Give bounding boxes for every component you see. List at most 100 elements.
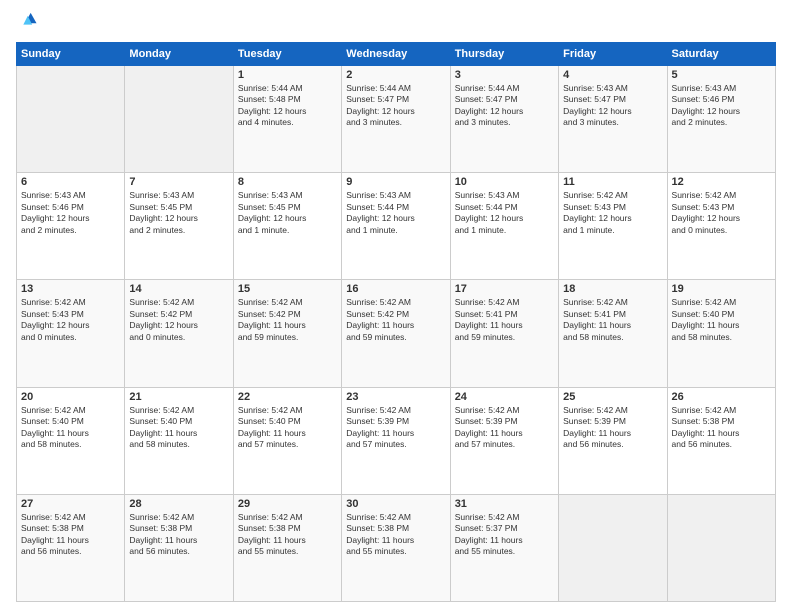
weekday-header-saturday: Saturday [667,43,775,66]
calendar-cell [125,66,233,173]
day-info: Sunrise: 5:42 AM Sunset: 5:37 PM Dayligh… [455,512,554,558]
day-info: Sunrise: 5:42 AM Sunset: 5:40 PM Dayligh… [21,405,120,451]
day-info: Sunrise: 5:42 AM Sunset: 5:38 PM Dayligh… [346,512,445,558]
calendar-week-row: 27Sunrise: 5:42 AM Sunset: 5:38 PM Dayli… [17,494,776,601]
calendar-cell: 31 Sunrise: 5:42 AM Sunset: 5:37 PM Dayli… [450,494,558,601]
day-info: Sunrise: 5:42 AM Sunset: 5:40 PM Dayligh… [672,297,771,343]
page: SundayMondayTuesdayWednesdayThursdayFrid… [0,0,792,612]
day-info: Sunrise: 5:43 AM Sunset: 5:45 PM Dayligh… [129,190,228,236]
weekday-header-wednesday: Wednesday [342,43,450,66]
day-info: Sunrise: 5:42 AM Sunset: 5:38 PM Dayligh… [21,512,120,558]
calendar-cell: 1 Sunrise: 5:44 AM Sunset: 5:48 PM Daylig… [233,66,341,173]
day-number: 3 [455,69,554,81]
day-number: 1 [238,69,337,81]
calendar-cell: 20 Sunrise: 5:42 AM Sunset: 5:40 PM Dayli… [17,387,125,494]
day-number: 4 [563,69,662,81]
day-info: Sunrise: 5:44 AM Sunset: 5:47 PM Dayligh… [455,83,554,129]
calendar-cell: 30 Sunrise: 5:42 AM Sunset: 5:38 PM Dayli… [342,494,450,601]
day-number: 26 [672,391,771,403]
calendar-cell: 16Sunrise: 5:42 AM Sunset: 5:42 PM Dayli… [342,280,450,387]
day-info: Sunrise: 5:42 AM Sunset: 5:40 PM Dayligh… [129,405,228,451]
calendar-cell: 5 Sunrise: 5:43 AM Sunset: 5:46 PM Daylig… [667,66,775,173]
calendar-cell: 18 Sunrise: 5:42 AM Sunset: 5:41 PM Dayli… [559,280,667,387]
day-info: Sunrise: 5:42 AM Sunset: 5:38 PM Dayligh… [129,512,228,558]
day-info: Sunrise: 5:43 AM Sunset: 5:47 PM Dayligh… [563,83,662,129]
day-info: Sunrise: 5:43 AM Sunset: 5:44 PM Dayligh… [455,190,554,236]
weekday-header-tuesday: Tuesday [233,43,341,66]
day-number: 31 [455,498,554,510]
calendar-cell: 29 Sunrise: 5:42 AM Sunset: 5:38 PM Dayli… [233,494,341,601]
day-info: Sunrise: 5:42 AM Sunset: 5:42 PM Dayligh… [129,297,228,343]
calendar-cell: 11Sunrise: 5:42 AM Sunset: 5:43 PM Dayli… [559,173,667,280]
calendar-week-row: 1 Sunrise: 5:44 AM Sunset: 5:48 PM Daylig… [17,66,776,173]
day-info: Sunrise: 5:44 AM Sunset: 5:48 PM Dayligh… [238,83,337,129]
day-info: Sunrise: 5:44 AM Sunset: 5:47 PM Dayligh… [346,83,445,129]
calendar-cell: 28 Sunrise: 5:42 AM Sunset: 5:38 PM Dayli… [125,494,233,601]
day-number: 29 [238,498,337,510]
day-number: 20 [21,391,120,403]
calendar-cell: 7 Sunrise: 5:43 AM Sunset: 5:45 PM Daylig… [125,173,233,280]
day-number: 19 [672,283,771,295]
weekday-header-friday: Friday [559,43,667,66]
day-number: 30 [346,498,445,510]
day-number: 24 [455,391,554,403]
day-info: Sunrise: 5:42 AM Sunset: 5:39 PM Dayligh… [455,405,554,451]
calendar-cell: 8 Sunrise: 5:43 AM Sunset: 5:45 PM Daylig… [233,173,341,280]
day-info: Sunrise: 5:43 AM Sunset: 5:45 PM Dayligh… [238,190,337,236]
calendar-cell [667,494,775,601]
day-number: 21 [129,391,228,403]
day-info: Sunrise: 5:42 AM Sunset: 5:38 PM Dayligh… [238,512,337,558]
day-info: Sunrise: 5:43 AM Sunset: 5:46 PM Dayligh… [21,190,120,236]
day-info: Sunrise: 5:42 AM Sunset: 5:43 PM Dayligh… [21,297,120,343]
day-info: Sunrise: 5:42 AM Sunset: 5:41 PM Dayligh… [455,297,554,343]
day-number: 22 [238,391,337,403]
calendar-cell: 24 Sunrise: 5:42 AM Sunset: 5:39 PM Dayli… [450,387,558,494]
calendar-cell: 25 Sunrise: 5:42 AM Sunset: 5:39 PM Dayli… [559,387,667,494]
calendar-table: SundayMondayTuesdayWednesdayThursdayFrid… [16,42,776,602]
day-info: Sunrise: 5:42 AM Sunset: 5:42 PM Dayligh… [346,297,445,343]
day-number: 10 [455,176,554,188]
day-number: 9 [346,176,445,188]
day-number: 14 [129,283,228,295]
day-number: 25 [563,391,662,403]
calendar-cell: 3 Sunrise: 5:44 AM Sunset: 5:47 PM Daylig… [450,66,558,173]
calendar-cell: 23 Sunrise: 5:42 AM Sunset: 5:39 PM Dayli… [342,387,450,494]
day-info: Sunrise: 5:42 AM Sunset: 5:41 PM Dayligh… [563,297,662,343]
calendar-cell: 27Sunrise: 5:42 AM Sunset: 5:38 PM Dayli… [17,494,125,601]
calendar-cell: 15Sunrise: 5:42 AM Sunset: 5:42 PM Dayli… [233,280,341,387]
logo-icon [16,10,38,32]
header [16,10,776,32]
day-number: 7 [129,176,228,188]
calendar-week-row: 6 Sunrise: 5:43 AM Sunset: 5:46 PM Daylig… [17,173,776,280]
calendar-cell: 4 Sunrise: 5:43 AM Sunset: 5:47 PM Daylig… [559,66,667,173]
day-number: 5 [672,69,771,81]
calendar-cell: 19 Sunrise: 5:42 AM Sunset: 5:40 PM Dayli… [667,280,775,387]
calendar-cell: 17 Sunrise: 5:42 AM Sunset: 5:41 PM Dayli… [450,280,558,387]
day-info: Sunrise: 5:43 AM Sunset: 5:44 PM Dayligh… [346,190,445,236]
day-number: 6 [21,176,120,188]
calendar-cell: 12Sunrise: 5:42 AM Sunset: 5:43 PM Dayli… [667,173,775,280]
day-info: Sunrise: 5:42 AM Sunset: 5:43 PM Dayligh… [563,190,662,236]
calendar-cell: 14 Sunrise: 5:42 AM Sunset: 5:42 PM Dayli… [125,280,233,387]
weekday-header-thursday: Thursday [450,43,558,66]
calendar-cell [559,494,667,601]
day-info: Sunrise: 5:43 AM Sunset: 5:46 PM Dayligh… [672,83,771,129]
day-number: 17 [455,283,554,295]
day-number: 18 [563,283,662,295]
calendar-cell: 21 Sunrise: 5:42 AM Sunset: 5:40 PM Dayli… [125,387,233,494]
day-info: Sunrise: 5:42 AM Sunset: 5:39 PM Dayligh… [563,405,662,451]
day-info: Sunrise: 5:42 AM Sunset: 5:38 PM Dayligh… [672,405,771,451]
calendar-cell: 22 Sunrise: 5:42 AM Sunset: 5:40 PM Dayli… [233,387,341,494]
day-number: 12 [672,176,771,188]
day-number: 8 [238,176,337,188]
weekday-header-sunday: Sunday [17,43,125,66]
day-number: 13 [21,283,120,295]
calendar-cell: 13 Sunrise: 5:42 AM Sunset: 5:43 PM Dayli… [17,280,125,387]
day-number: 15 [238,283,337,295]
day-number: 2 [346,69,445,81]
calendar-cell: 6 Sunrise: 5:43 AM Sunset: 5:46 PM Daylig… [17,173,125,280]
day-info: Sunrise: 5:42 AM Sunset: 5:40 PM Dayligh… [238,405,337,451]
day-info: Sunrise: 5:42 AM Sunset: 5:39 PM Dayligh… [346,405,445,451]
day-number: 23 [346,391,445,403]
day-number: 28 [129,498,228,510]
